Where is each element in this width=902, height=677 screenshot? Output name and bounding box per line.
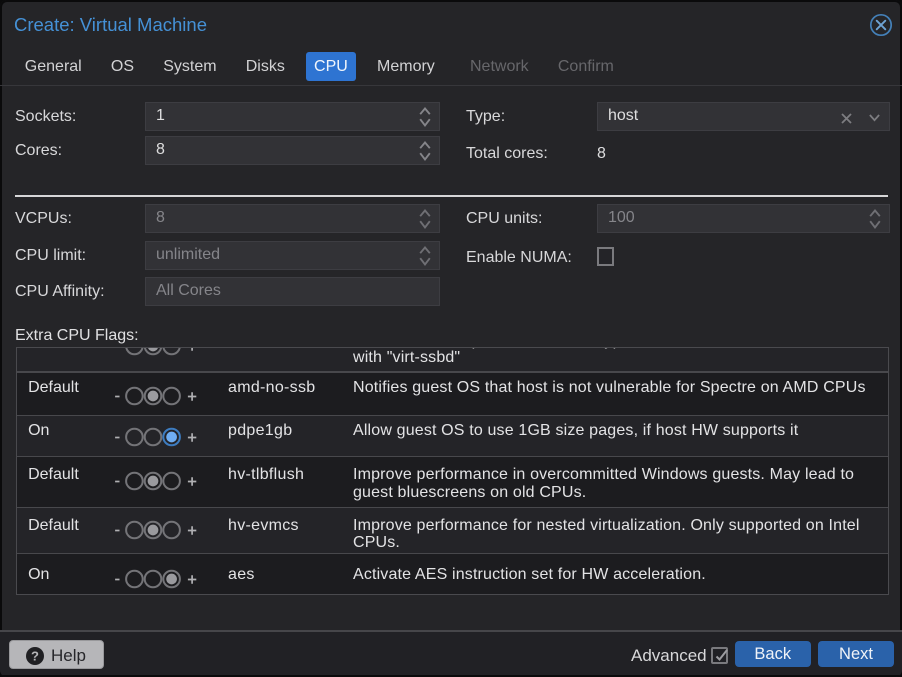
svg-text:?: ? xyxy=(31,648,39,663)
